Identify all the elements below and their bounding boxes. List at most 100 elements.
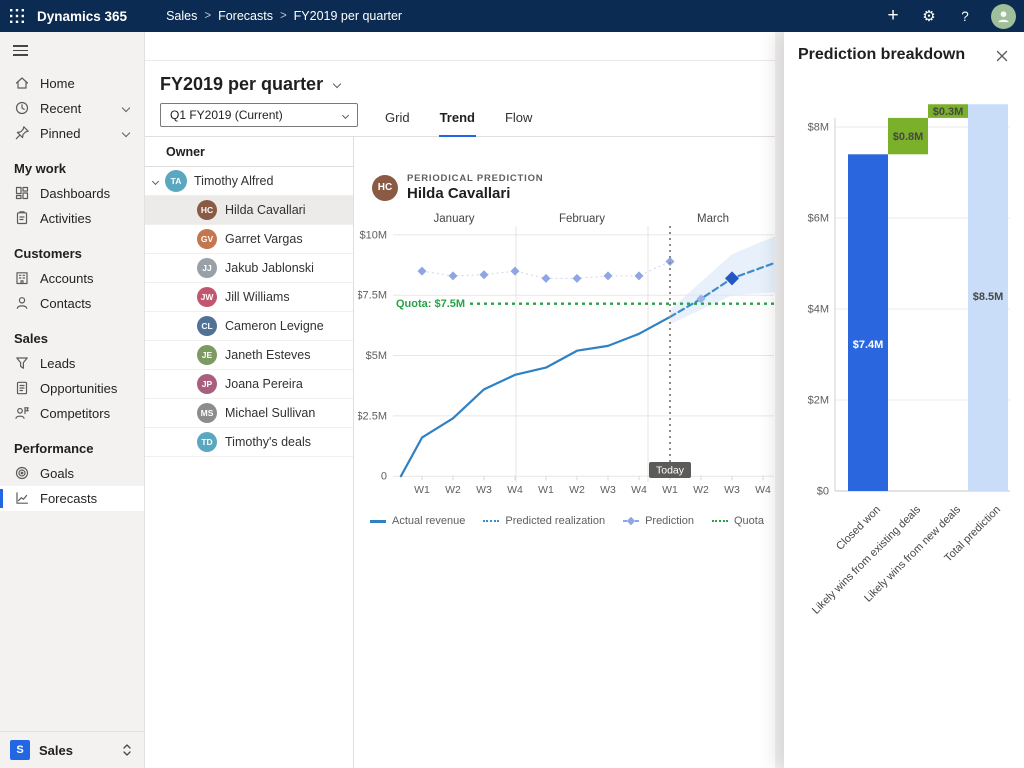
sidebar-item-label: Pinned	[40, 126, 80, 141]
avatar-initials: JJ	[202, 263, 211, 273]
area-label: Sales	[39, 743, 73, 758]
owner-name: Hilda Cavallari	[225, 203, 306, 217]
period-selector[interactable]: Q1 FY2019 (Current)	[160, 103, 358, 127]
owner-name: Timothy's deals	[225, 435, 311, 449]
chart-person-name: Hilda Cavallari	[407, 185, 543, 202]
close-icon[interactable]	[990, 46, 1014, 69]
sidebar-item-recent[interactable]: Recent	[0, 96, 144, 121]
waffle-dots-icon	[10, 9, 24, 23]
chevron-down-icon	[122, 104, 130, 112]
sidebar-section-my-work: My work	[0, 159, 144, 179]
sidebar-item-opportunities[interactable]: Opportunities	[0, 376, 144, 401]
y-tick-label: $5M	[366, 350, 387, 362]
week-label: W4	[631, 484, 647, 496]
owner-name: Jakub Jablonski	[225, 261, 314, 275]
avatar-initials: TD	[201, 437, 212, 447]
diamond-swatch	[623, 518, 639, 524]
help-icon[interactable]: ?	[950, 0, 980, 32]
avatar-initials: MS	[201, 408, 214, 418]
dashboard-icon	[14, 185, 30, 201]
owner-row[interactable]: JP Joana Pereira	[145, 370, 353, 399]
sidebar-item-goals[interactable]: Goals	[0, 461, 144, 486]
sidebar-item-home[interactable]: Home	[0, 71, 144, 96]
panel-header: Prediction breakdown	[784, 32, 1024, 69]
owner-column-header: Owner	[145, 137, 353, 167]
sidebar-item-forecasts[interactable]: Forecasts	[0, 486, 144, 511]
sidebar-item-pinned[interactable]: Pinned	[0, 121, 144, 146]
view-tabs: Grid Trend Flow	[384, 110, 533, 136]
owner-row[interactable]: TD Timothy's deals	[145, 428, 353, 457]
avatar: JP	[197, 374, 217, 394]
actual-revenue-line	[401, 317, 670, 476]
panel-title: Prediction breakdown	[798, 46, 965, 64]
y-tick-label: $4M	[808, 304, 829, 316]
add-icon[interactable]: +	[878, 0, 908, 32]
waffle-icon[interactable]	[0, 0, 34, 32]
prediction-diamond	[480, 270, 489, 279]
person-flag-icon	[14, 405, 30, 421]
prediction-diamond	[573, 274, 582, 283]
chevron-down-icon	[333, 80, 341, 88]
sidebar: Home Recent Pinned My work Dashboards Ac…	[0, 32, 145, 768]
content-split: Owner TA Timothy Alfred HC Hilda Cavalla…	[145, 137, 775, 768]
sidebar-item-competitors[interactable]: Competitors	[0, 401, 144, 426]
prediction-diamond	[635, 271, 644, 280]
waterfall-chart: $8M$6M$4M$2M$0$7.4M$0.8M$0.3M$8.5MClosed…	[784, 88, 1024, 633]
sidebar-section-performance: Performance	[0, 439, 144, 459]
owner-row[interactable]: JE Janeth Esteves	[145, 341, 353, 370]
today-label: Today	[656, 465, 685, 477]
sidebar-item-leads[interactable]: Leads	[0, 351, 144, 376]
owner-row-hilda-cavallari[interactable]: HC Hilda Cavallari	[145, 196, 353, 225]
breadcrumb-separator: >	[280, 10, 287, 22]
owner-row-timothy-alfred[interactable]: TA Timothy Alfred	[145, 167, 353, 196]
tab-flow[interactable]: Flow	[504, 110, 533, 136]
breadcrumb-current-view[interactable]: FY2019 per quarter	[294, 9, 402, 23]
owner-row[interactable]: JJ Jakub Jablonski	[145, 254, 353, 283]
breadcrumb-sales[interactable]: Sales	[166, 9, 197, 23]
main-content: FY2019 per quarter Q1 FY2019 (Current) G…	[145, 32, 775, 768]
week-label: W3	[600, 484, 616, 496]
bar-value-label: $0.8M	[893, 131, 924, 143]
owner-name: Jill Williams	[225, 290, 290, 304]
tab-trend[interactable]: Trend	[439, 110, 476, 137]
hamburger-icon[interactable]	[9, 41, 32, 60]
owner-name: Janeth Esteves	[225, 348, 310, 362]
target-icon	[14, 465, 30, 481]
legend-label: Prediction	[645, 515, 694, 527]
owner-row[interactable]: GV Garret Vargas	[145, 225, 353, 254]
sidebar-item-label: Accounts	[40, 271, 93, 286]
y-tick-label: $10M	[359, 229, 387, 241]
view-title-dropdown[interactable]: FY2019 per quarter	[160, 70, 775, 98]
tab-grid[interactable]: Grid	[384, 110, 411, 136]
dotted-line-swatch	[712, 520, 728, 522]
week-label: W4	[507, 484, 523, 496]
owner-row[interactable]: JW Jill Williams	[145, 283, 353, 312]
chevron-down-icon[interactable]	[152, 177, 159, 184]
prediction-diamond	[418, 267, 427, 276]
person-icon	[14, 295, 30, 311]
owner-name: Timothy Alfred	[194, 174, 273, 188]
legend-actual-revenue: Actual revenue	[370, 515, 465, 527]
app-title[interactable]: Dynamics 365	[37, 9, 127, 24]
sidebar-item-dashboards[interactable]: Dashboards	[0, 181, 144, 206]
sidebar-item-contacts[interactable]: Contacts	[0, 291, 144, 316]
breadcrumb-forecasts[interactable]: Forecasts	[218, 9, 273, 23]
gear-icon[interactable]: ⚙	[914, 0, 944, 32]
sidebar-item-label: Opportunities	[40, 381, 117, 396]
y-tick-label: $2.5M	[358, 410, 387, 422]
document-icon	[14, 380, 30, 396]
area-switcher[interactable]: S Sales	[0, 731, 144, 768]
week-label: W2	[569, 484, 585, 496]
sidebar-item-activities[interactable]: Activities	[0, 206, 144, 231]
week-label: W4	[755, 484, 771, 496]
sidebar-item-label: Leads	[40, 356, 75, 371]
avatar: HC	[372, 175, 398, 201]
owner-name: Garret Vargas	[225, 232, 303, 246]
sidebar-item-label: Contacts	[40, 296, 91, 311]
owner-row[interactable]: MS Michael Sullivan	[145, 399, 353, 428]
bar-value-label: $7.4M	[853, 339, 884, 351]
user-avatar[interactable]	[991, 4, 1016, 29]
sidebar-item-label: Competitors	[40, 406, 110, 421]
owner-row[interactable]: CL Cameron Levigne	[145, 312, 353, 341]
sidebar-item-accounts[interactable]: Accounts	[0, 266, 144, 291]
